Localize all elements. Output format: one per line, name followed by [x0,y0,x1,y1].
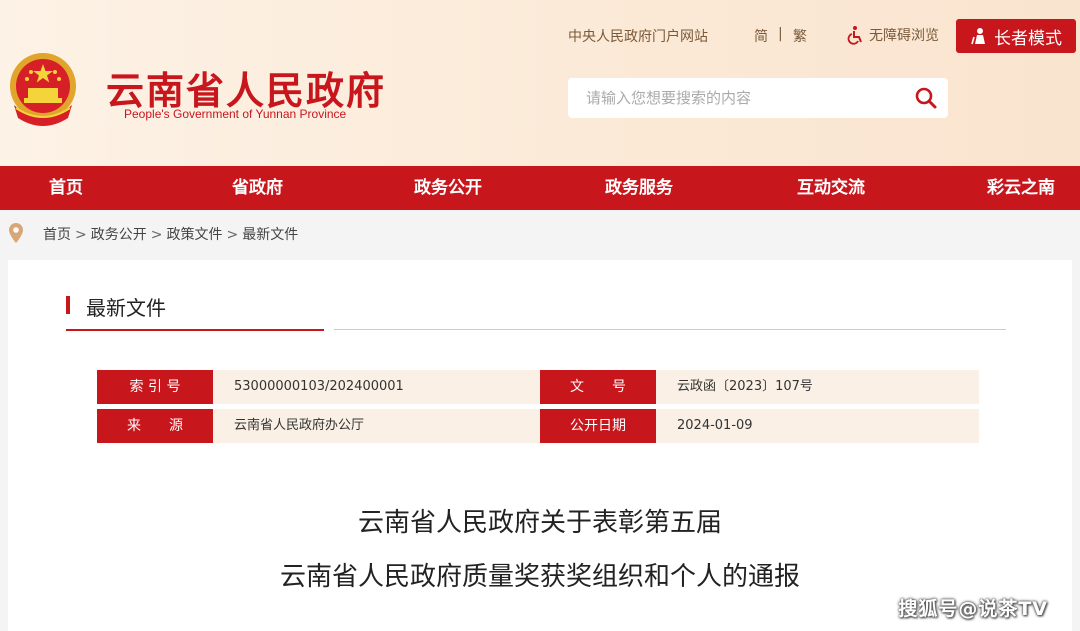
lang-traditional-link[interactable]: 繁 [793,26,807,46]
main-content: 最新文件 索 引 号 53000000103/202400001 文 号 云政函… [8,260,1072,631]
main-nav: 首页 省政府 政务公开 政务服务 互动交流 彩云之南 [0,166,1080,210]
accessible-browse-link[interactable]: 无障碍浏览 [846,24,939,46]
publish-date-value: 2024-01-09 [656,409,979,443]
publish-date-label: 公开日期 [540,409,656,443]
nav-item-gov-affairs-open[interactable]: 政务公开 [414,166,482,210]
search-input[interactable] [568,78,916,118]
central-portal-link[interactable]: 中央人民政府门户网站 [568,26,708,46]
breadcrumb-gov-affairs-open[interactable]: 政务公开 [91,227,147,243]
nav-item-provincial-gov[interactable]: 省政府 [232,166,283,210]
site-header: 云南省人民政府 People's Government of Yunnan Pr… [0,0,1080,166]
breadcrumb-policy-documents[interactable]: 政策文件 [166,227,222,243]
search-icon[interactable] [914,86,938,110]
document-number-label: 文 号 [540,370,656,404]
lang-separator: | [778,26,783,42]
section-divider [334,329,1006,330]
section-title: 最新文件 [86,296,166,320]
site-subtitle: People's Government of Yunnan Province [124,107,347,121]
elder-mode-label: 长者模式 [994,28,1062,49]
nav-item-home[interactable]: 首页 [49,166,83,210]
breadcrumb-separator: > [75,227,87,243]
breadcrumb-home[interactable]: 首页 [43,227,71,243]
section-underline-accent [66,329,324,331]
document-number-value: 云政函〔2023〕107号 [656,370,979,404]
wheelchair-icon [847,26,862,45]
nav-item-gov-services[interactable]: 政务服务 [605,166,673,210]
person-icon [971,28,985,45]
national-emblem-icon[interactable] [6,50,80,128]
index-number-value: 53000000103/202400001 [213,370,540,404]
nav-item-colorful-yunnan[interactable]: 彩云之南 [987,166,1055,210]
search-box [568,78,948,118]
breadcrumb-separator: > [226,227,239,243]
elder-mode-button[interactable]: 长者模式 [956,19,1076,53]
breadcrumb: 首页 > 政务公开 > 政策文件 > 最新文件 [0,210,1080,256]
source-value: 云南省人民政府办公厅 [213,409,540,443]
source-watermark: 搜狐号@说茶TV [898,598,1048,620]
section-accent-bar [66,296,70,314]
nav-item-interaction[interactable]: 互动交流 [797,166,865,210]
source-label: 来 源 [97,409,213,443]
document-title-line-2: 云南省人民政府质量奖获奖组织和个人的通报 [279,562,800,592]
lang-simplified-link[interactable]: 简 [754,26,768,46]
accessible-browse-label: 无障碍浏览 [869,28,939,44]
index-number-label: 索 引 号 [97,370,213,404]
breadcrumb-latest-documents[interactable]: 最新文件 [242,227,298,243]
location-pin-icon [9,223,23,243]
breadcrumb-trail: 首页 > 政务公开 > 政策文件 > 最新文件 [43,224,298,244]
document-title-line-1: 云南省人民政府关于表彰第五届 [357,508,722,538]
breadcrumb-separator: > [150,227,163,243]
